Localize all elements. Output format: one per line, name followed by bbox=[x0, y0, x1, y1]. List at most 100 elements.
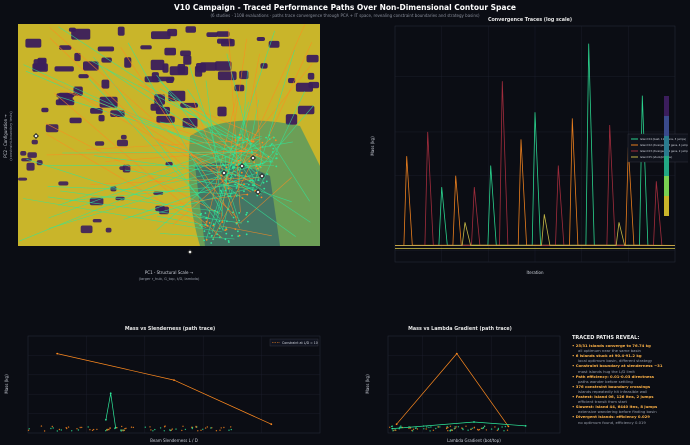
path-point bbox=[242, 141, 245, 144]
trace-point bbox=[173, 379, 175, 381]
trace-point bbox=[449, 430, 451, 432]
trace-point bbox=[109, 427, 111, 429]
path-point bbox=[225, 228, 228, 231]
path-point bbox=[250, 143, 252, 145]
path-point bbox=[219, 177, 222, 180]
path-point bbox=[261, 146, 264, 148]
conv-legend: Island 04 (best, 112 gens, 3 jumps)Islan… bbox=[627, 133, 688, 163]
conv-colorbar-step bbox=[664, 176, 669, 196]
path-point bbox=[237, 159, 240, 162]
contour-patch bbox=[164, 47, 176, 56]
trace-point bbox=[125, 427, 127, 429]
trace-point bbox=[482, 427, 485, 429]
path-point bbox=[226, 220, 228, 223]
path-point bbox=[230, 147, 233, 150]
path-point bbox=[228, 241, 230, 244]
pca-ylabel-sub: (constraint-boundary tests) bbox=[9, 111, 13, 161]
trace-point bbox=[191, 427, 193, 430]
trace-point bbox=[446, 427, 448, 429]
path-point bbox=[231, 234, 233, 237]
path-point bbox=[258, 164, 260, 166]
path-point bbox=[235, 164, 238, 167]
contour-patch bbox=[58, 181, 69, 186]
path-point bbox=[253, 184, 256, 187]
trace-point bbox=[122, 429, 125, 431]
path-point bbox=[234, 134, 236, 137]
path-point bbox=[245, 213, 248, 216]
trace-point bbox=[52, 427, 54, 429]
path-point bbox=[234, 174, 237, 177]
path-point bbox=[203, 239, 206, 242]
trace-point bbox=[501, 426, 503, 428]
path-point bbox=[252, 140, 255, 143]
path-point bbox=[203, 230, 206, 233]
trace-point bbox=[114, 427, 116, 430]
path-point bbox=[256, 154, 258, 156]
contour-patch bbox=[101, 79, 110, 89]
contour-patch bbox=[105, 227, 112, 233]
trace-point bbox=[507, 425, 510, 428]
contour-patch bbox=[306, 54, 319, 63]
trace-point bbox=[171, 428, 173, 430]
contour-patch bbox=[308, 81, 320, 89]
contour-patch bbox=[297, 105, 315, 115]
insights-panel: TRACED PATHS REVEAL: • 25/31 islands con… bbox=[572, 335, 688, 425]
path-point bbox=[205, 220, 208, 223]
path-point bbox=[250, 140, 253, 143]
path-point bbox=[232, 211, 234, 214]
trace-point bbox=[81, 426, 83, 429]
trace-point bbox=[223, 426, 225, 429]
contour-patch bbox=[140, 45, 152, 50]
path-point bbox=[232, 165, 235, 168]
trace-point bbox=[471, 427, 473, 429]
conv-colorbar-step bbox=[664, 116, 669, 136]
trace-point bbox=[392, 430, 394, 432]
path-point bbox=[238, 133, 241, 136]
trace-point bbox=[391, 427, 394, 430]
trace-point bbox=[87, 426, 89, 428]
path-point bbox=[247, 183, 250, 186]
path-point bbox=[216, 211, 219, 214]
trace-point bbox=[56, 430, 58, 432]
sl-xlabel: Beam Slenderness L / D bbox=[150, 438, 198, 443]
path-point bbox=[266, 173, 269, 176]
trace-point bbox=[400, 426, 402, 428]
trace-point bbox=[270, 423, 273, 426]
trace-point bbox=[449, 425, 452, 427]
path-point bbox=[275, 157, 277, 160]
trace-point bbox=[390, 425, 393, 428]
path-point bbox=[251, 179, 254, 181]
lam-title: Mass vs Lambda Gradient (path trace) bbox=[408, 326, 512, 332]
path-point bbox=[205, 238, 208, 241]
trace-point bbox=[437, 426, 440, 428]
path-end-marker bbox=[187, 249, 193, 255]
contour-patch bbox=[94, 141, 105, 146]
path-point bbox=[251, 189, 254, 191]
trace-point bbox=[220, 427, 222, 429]
trace-point bbox=[105, 430, 107, 432]
trace-point bbox=[120, 430, 122, 432]
trace-point bbox=[206, 426, 208, 428]
path-point bbox=[255, 172, 258, 174]
path-point bbox=[259, 163, 262, 165]
conv-colorbar bbox=[664, 96, 669, 216]
trace-point bbox=[481, 427, 483, 430]
trace-point bbox=[457, 426, 460, 428]
path-point bbox=[232, 162, 235, 164]
conv-ylabel: Mass (kg) bbox=[370, 136, 375, 156]
path-point bbox=[240, 171, 243, 174]
contour-patch bbox=[27, 152, 37, 158]
path-point bbox=[256, 167, 259, 170]
trace-point bbox=[228, 429, 230, 431]
pca-ylabel: PC2 - Configuration → bbox=[3, 114, 8, 158]
trace-point bbox=[116, 427, 118, 429]
path-point bbox=[204, 212, 207, 215]
trace-point bbox=[439, 426, 441, 428]
trace-point bbox=[446, 425, 448, 428]
path-point bbox=[246, 138, 249, 140]
trace-point bbox=[191, 426, 193, 428]
sl-plot-area bbox=[27, 335, 321, 434]
trace-point bbox=[197, 430, 199, 432]
trace-point bbox=[159, 427, 162, 429]
contour-patch bbox=[217, 71, 237, 81]
